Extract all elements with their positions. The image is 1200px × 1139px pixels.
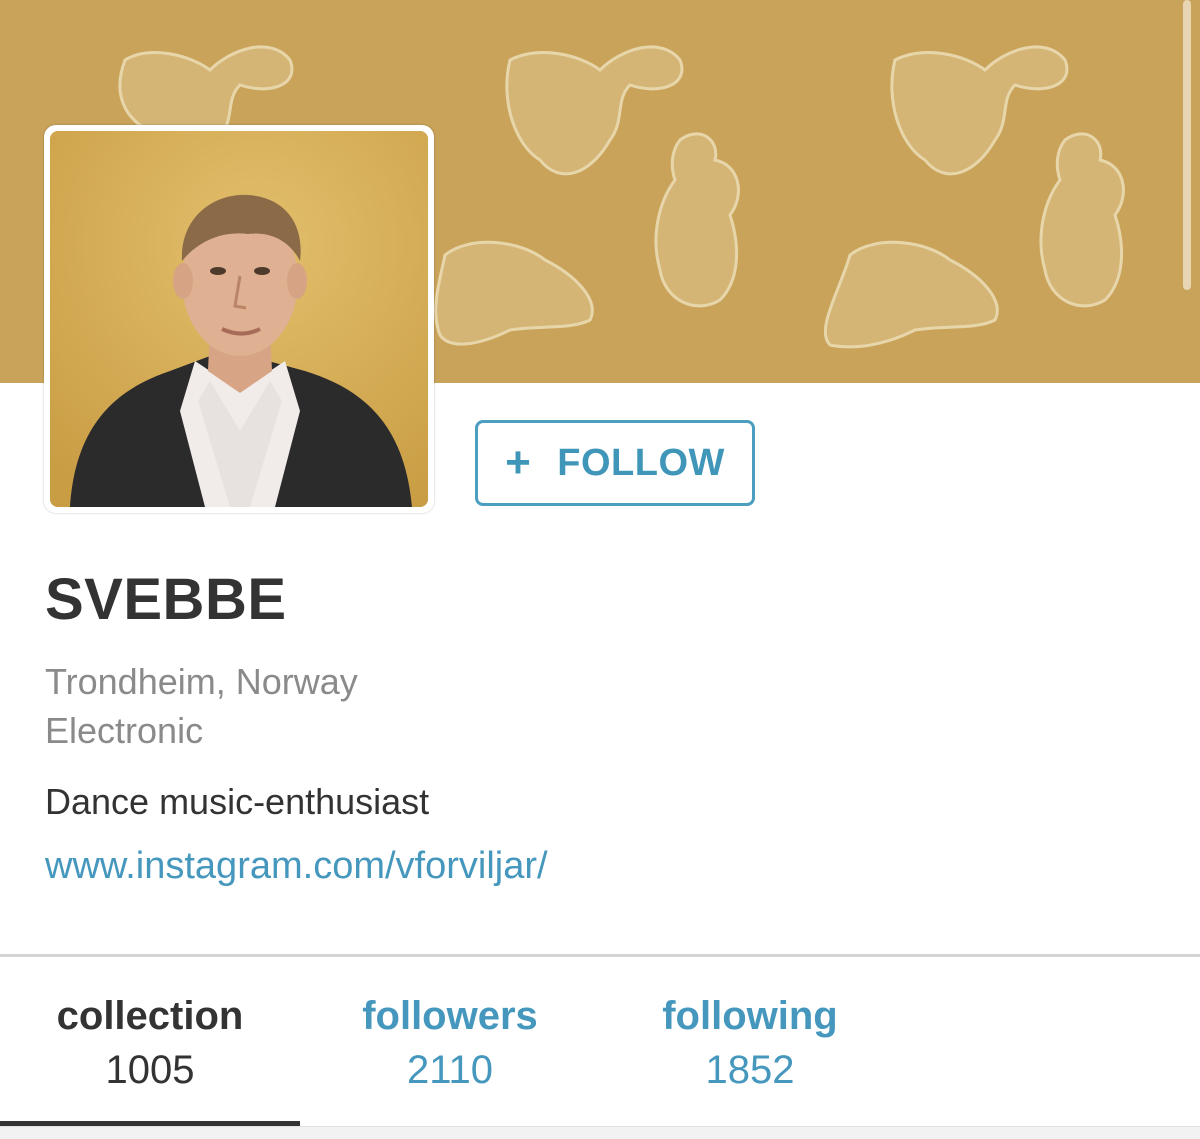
follow-button[interactable]: + FOLLOW [475, 420, 755, 506]
avatar-photo [50, 131, 428, 507]
avatar-frame [44, 125, 434, 513]
tab-following-label: following [662, 994, 838, 1038]
tab-following-count: 1852 [705, 1048, 795, 1092]
tab-followers-count: 2110 [406, 1048, 493, 1092]
tab-collection-label: collection [56, 994, 244, 1038]
profile-website-link[interactable]: www.instagram.com/vforviljar/ [45, 845, 548, 888]
tab-following[interactable]: following 1852 [600, 990, 900, 1098]
tab-collection-count: 1005 [105, 1048, 195, 1092]
profile-location: Trondheim, Norway [45, 661, 358, 702]
content-area-edge [0, 1126, 1200, 1139]
profile-name: SVEBBE [45, 567, 287, 632]
avatar[interactable] [50, 131, 428, 507]
profile-bio: Dance music-enthusiast [45, 781, 430, 822]
profile-genre: Electronic [45, 710, 204, 751]
plus-icon: + [505, 438, 532, 487]
section-divider [0, 954, 1200, 957]
tab-collection[interactable]: collection 1005 [0, 990, 300, 1098]
tab-followers-label: followers [362, 994, 538, 1038]
follow-label: FOLLOW [557, 441, 725, 484]
scrollbar[interactable] [1183, 0, 1191, 290]
tab-followers[interactable]: followers 2110 [300, 990, 600, 1098]
